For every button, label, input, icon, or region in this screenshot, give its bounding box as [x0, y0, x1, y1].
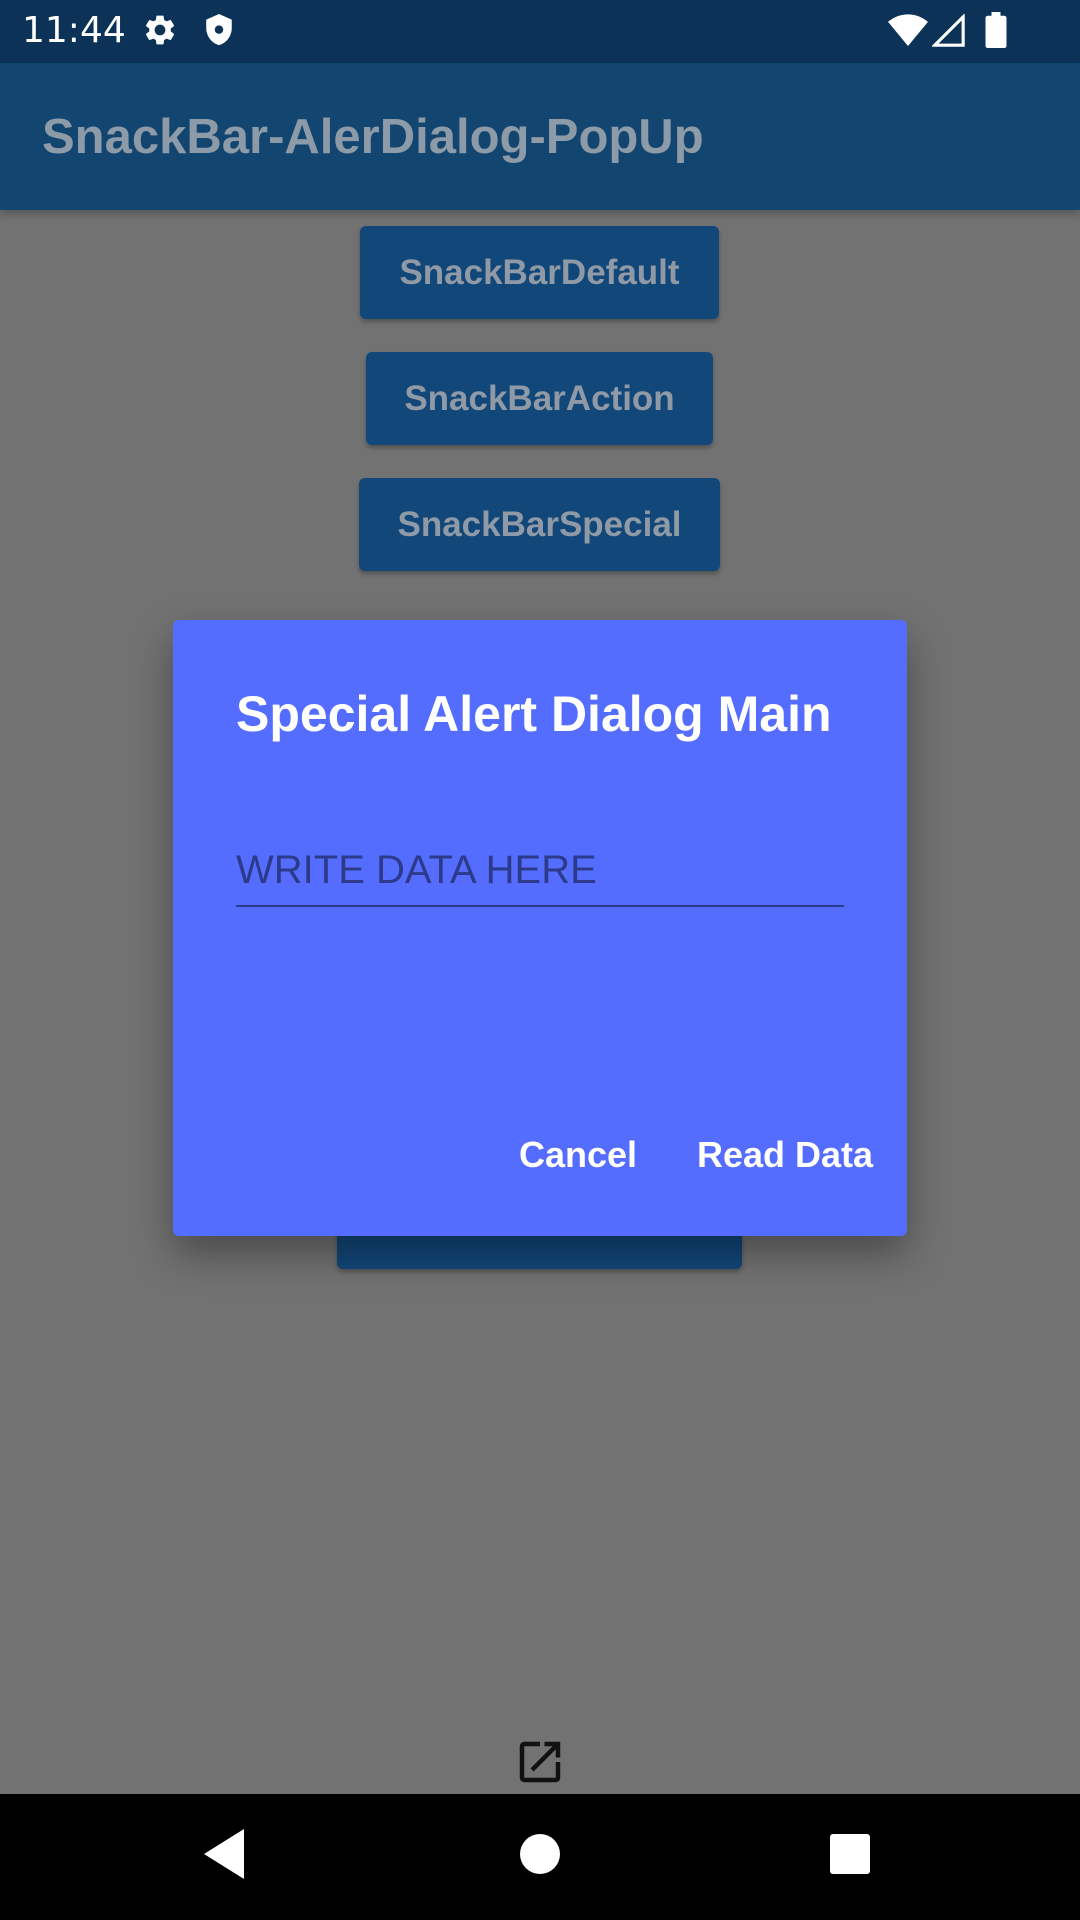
battery-icon	[984, 12, 1008, 53]
data-input-field[interactable]	[236, 835, 844, 907]
shield-icon	[202, 12, 236, 55]
home-icon[interactable]	[518, 1832, 562, 1881]
back-icon[interactable]	[204, 1829, 248, 1884]
dialog-title: Special Alert Dialog Main	[236, 686, 832, 742]
alert-dialog: Special Alert Dialog Main Cancel Read Da…	[173, 620, 907, 1236]
cancel-button[interactable]: Cancel	[508, 1120, 648, 1190]
app-title: SnackBar-AlerDialog-PopUp	[42, 110, 704, 164]
open-in-new-icon[interactable]	[513, 1735, 567, 1794]
navigation-bar	[0, 1794, 1080, 1920]
wifi-icon	[888, 14, 928, 53]
gear-icon	[142, 12, 178, 53]
snackbar-default-button[interactable]: SnackBarDefault	[360, 226, 719, 319]
snackbar-action-button[interactable]: SnackBarAction	[366, 352, 713, 445]
signal-icon	[931, 13, 966, 53]
recents-icon[interactable]	[830, 1834, 870, 1879]
status-time: 11:44	[22, 10, 126, 51]
status-bar: 11:44	[0, 0, 1080, 63]
snackbar-special-button[interactable]: SnackBarSpecial	[359, 478, 720, 571]
app-bar: SnackBar-AlerDialog-PopUp	[0, 63, 1080, 210]
read-data-button[interactable]: Read Data	[685, 1120, 885, 1190]
